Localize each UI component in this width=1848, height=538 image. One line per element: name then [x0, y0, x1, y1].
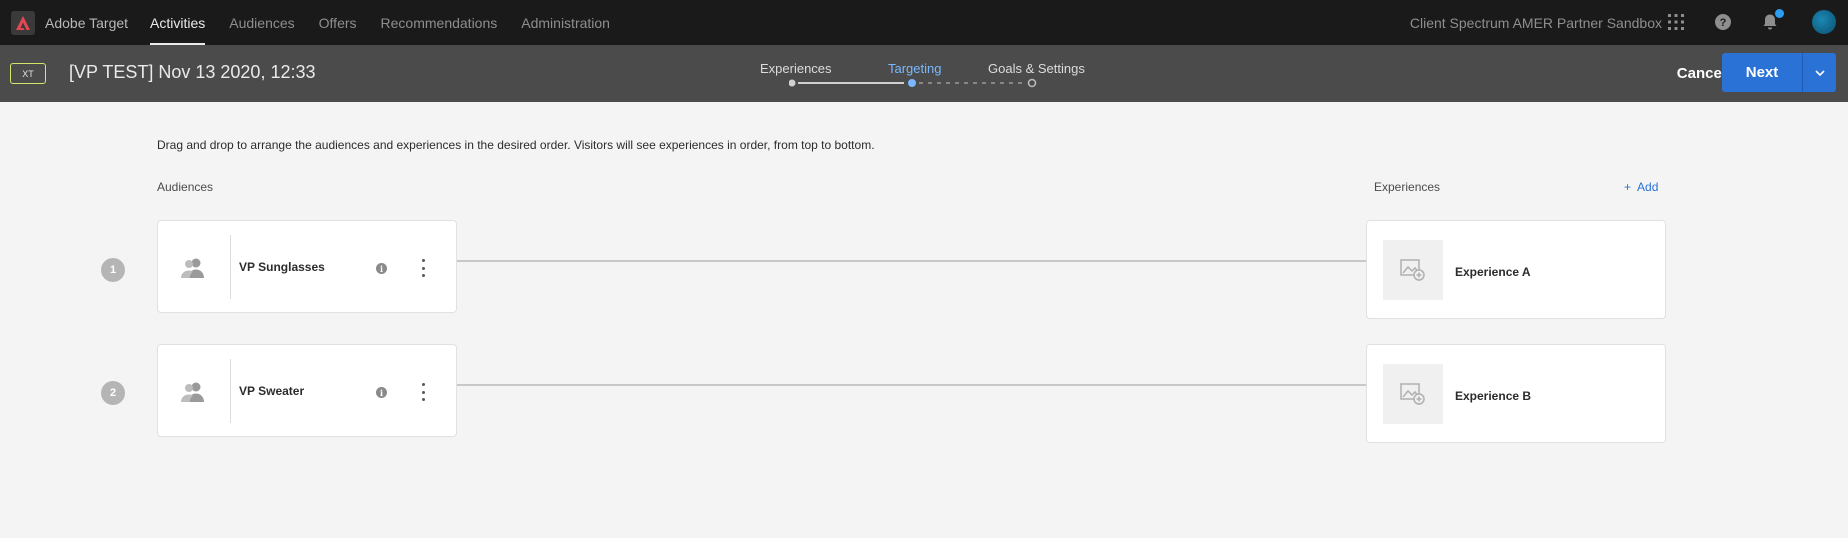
- step-experiences[interactable]: Experiences: [760, 61, 832, 76]
- audience-experience-connector: [457, 260, 1366, 262]
- nav-item-audiences[interactable]: Audiences: [229, 0, 294, 45]
- row-number-badge: 1: [101, 258, 125, 282]
- image-add-icon: [1400, 259, 1425, 281]
- nav-item-activities[interactable]: Activities: [150, 0, 206, 45]
- experience-thumbnail: [1383, 240, 1443, 300]
- image-add-icon: [1400, 383, 1425, 405]
- help-icon[interactable]: ?: [1713, 12, 1733, 32]
- workflow-progress-indicator: [789, 78, 1037, 88]
- adobe-logo-icon[interactable]: [11, 10, 35, 35]
- apps-grid-icon[interactable]: [1666, 12, 1686, 32]
- more-options-icon[interactable]: [419, 259, 427, 277]
- activity-title[interactable]: [VP TEST] Nov 13 2020, 12:33: [69, 62, 316, 83]
- more-options-icon[interactable]: [419, 383, 427, 401]
- add-experience-label: Add: [1637, 180, 1659, 194]
- step-goals-settings[interactable]: Goals & Settings: [988, 61, 1085, 76]
- card-divider: [230, 359, 231, 423]
- audience-card[interactable]: VP Sunglasses i: [157, 220, 457, 313]
- audience-name: VP Sunglasses: [239, 260, 325, 274]
- activity-type-badge: XT: [10, 63, 46, 84]
- next-options-dropdown[interactable]: [1802, 53, 1836, 92]
- info-icon[interactable]: i: [376, 263, 387, 274]
- notification-badge: [1775, 9, 1784, 18]
- svg-text:?: ?: [1720, 17, 1727, 29]
- experience-name: Experience B: [1455, 389, 1532, 403]
- experience-thumbnail: [1383, 364, 1443, 424]
- experiences-column-label: Experiences: [1374, 180, 1441, 194]
- step-targeting[interactable]: Targeting: [888, 61, 941, 76]
- card-divider: [230, 235, 231, 299]
- add-experience-button[interactable]: + Add: [1624, 180, 1658, 194]
- audience-name: VP Sweater: [239, 384, 305, 398]
- nav-item-recommendations[interactable]: Recommendations: [381, 0, 498, 45]
- audience-people-icon: [181, 382, 204, 402]
- audience-people-icon: [181, 258, 204, 278]
- experience-card[interactable]: Experience B: [1366, 344, 1666, 443]
- cancel-button[interactable]: Cancel: [1677, 62, 1726, 84]
- org-switcher[interactable]: Client Spectrum AMER Partner Sandbox: [1410, 0, 1662, 45]
- notifications-bell-icon[interactable]: [1760, 9, 1784, 32]
- experience-card[interactable]: Experience A: [1366, 220, 1666, 319]
- audiences-column-label: Audiences: [157, 180, 214, 194]
- nav-item-offers[interactable]: Offers: [319, 0, 357, 45]
- user-avatar[interactable]: [1812, 10, 1836, 34]
- chevron-down-icon: [1814, 69, 1825, 76]
- targeting-instructions: Drag and drop to arrange the audiences a…: [157, 138, 875, 152]
- audience-card[interactable]: VP Sweater i: [157, 344, 457, 437]
- experience-name: Experience A: [1455, 265, 1531, 279]
- audience-experience-connector: [457, 384, 1366, 386]
- top-navigation-bar: Adobe Target Activities Audiences Offers…: [0, 0, 1848, 45]
- row-number-badge: 2: [101, 381, 125, 405]
- app-name[interactable]: Adobe Target: [45, 15, 128, 31]
- info-icon[interactable]: i: [376, 387, 387, 398]
- activity-header: XT [VP TEST] Nov 13 2020, 12:33 Experien…: [0, 45, 1848, 102]
- nav-item-administration[interactable]: Administration: [521, 0, 610, 45]
- plus-icon: +: [1624, 180, 1632, 194]
- next-button[interactable]: Next: [1722, 53, 1802, 92]
